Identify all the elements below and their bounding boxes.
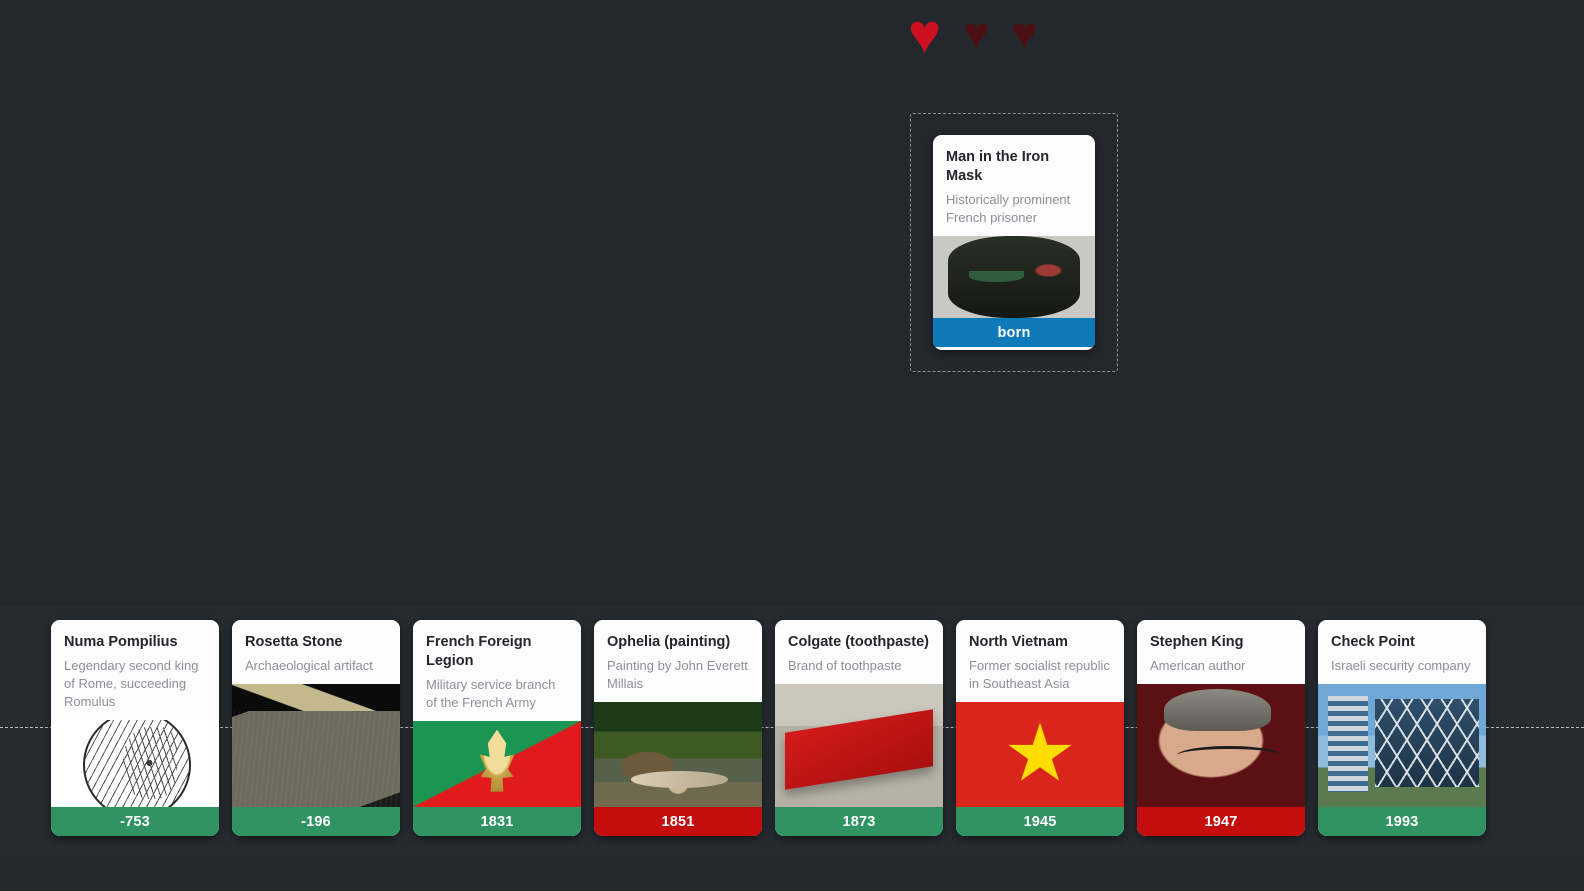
timeline-card-title: Numa Pompilius <box>64 634 178 650</box>
iron-mask-prison-painting-art <box>933 236 1095 319</box>
timeline-card-description: Israeli security company <box>1331 658 1471 674</box>
timeline-card[interactable]: Ophelia (painting) Painting by John Ever… <box>594 620 762 836</box>
timeline-card-title: North Vietnam <box>969 634 1068 650</box>
heart-empty-icon: ♥ <box>1011 9 1038 58</box>
timeline-card-description: Archaeological artifact <box>245 658 373 674</box>
timeline-card-title: French Foreign Legion <box>426 634 532 670</box>
north-vietnam-flag-art <box>956 702 1124 807</box>
roman-coin-engraving-art <box>51 719 219 807</box>
legion-flame-emblem-flag <box>413 721 581 807</box>
colgate-toothpaste-box <box>775 684 943 807</box>
check-point-headquarters-building-art <box>1318 684 1486 807</box>
timeline-card-description: Military service branch of the French Ar… <box>426 677 556 711</box>
timeline-card-description: Brand of toothpaste <box>788 658 902 674</box>
timeline-card-year: -196 <box>232 807 400 836</box>
timeline-card[interactable]: North Vietnam Former socialist republic … <box>956 620 1124 836</box>
timeline-card-head: Check Point Israeli security company <box>1318 620 1486 685</box>
north-vietnam-flag <box>956 702 1124 807</box>
timeline-card-description: Legendary second king of Rome, succeedin… <box>64 658 199 709</box>
timeline-card-title: Stephen King <box>1150 634 1244 650</box>
timeline-card-year: 1851 <box>594 807 762 836</box>
rosetta-stone-photo-art <box>232 684 400 807</box>
timeline-card-head: Colgate (toothpaste) Brand of toothpaste <box>775 620 943 685</box>
draggable-card-title: Man in the Iron Mask <box>946 149 1050 185</box>
lives-bar: ♥ ♥ ♥ <box>908 6 1128 62</box>
timeline-card[interactable]: Check Point Israeli security company 199… <box>1318 620 1486 836</box>
draggable-card-head: Man in the Iron Mask Historically promin… <box>933 135 1095 237</box>
timeline-card-description: Painting by John Everett Millais <box>607 658 748 692</box>
draggable-card[interactable]: Man in the Iron Mask Historically promin… <box>933 135 1095 350</box>
stephen-king-portrait-art <box>1137 684 1305 807</box>
timeline-card-head: Stephen King American author <box>1137 620 1305 685</box>
ophelia-painting-art <box>594 702 762 807</box>
timeline-card-head: French Foreign Legion Military service b… <box>413 620 581 722</box>
timeline-card[interactable]: Stephen King American author 1947 <box>1137 620 1305 836</box>
timeline-card-year: 1831 <box>413 807 581 836</box>
timeline-card[interactable]: Numa Pompilius Legendary second king of … <box>51 620 219 836</box>
draggable-card-description: Historically prominent French prisoner <box>946 192 1071 226</box>
yellow-star-icon <box>1008 722 1072 781</box>
timeline-card-year: 1993 <box>1318 807 1486 836</box>
timeline-card[interactable]: French Foreign Legion Military service b… <box>413 620 581 836</box>
iron-mask-prison-painting <box>933 236 1095 319</box>
timeline-card-year: 1945 <box>956 807 1124 836</box>
timeline-card-year: 1873 <box>775 807 943 836</box>
timeline-card-title: Rosetta Stone <box>245 634 343 650</box>
check-point-headquarters-building <box>1318 684 1486 807</box>
stephen-king-portrait <box>1137 684 1305 807</box>
timeline-card-year: -753 <box>51 807 219 836</box>
timeline-card-head: North Vietnam Former socialist republic … <box>956 620 1124 702</box>
timeline-card[interactable]: Rosetta Stone Archaeological artifact -1… <box>232 620 400 836</box>
timeline-card-year: 1947 <box>1137 807 1305 836</box>
colgate-toothpaste-box-art <box>775 684 943 807</box>
timeline-card-title: Check Point <box>1331 634 1415 650</box>
timeline-card-description: Former socialist republic in Southeast A… <box>969 658 1110 692</box>
rosetta-stone-photo <box>232 684 400 807</box>
heart-empty-icon: ♥ <box>963 9 990 58</box>
timeline-card[interactable]: Colgate (toothpaste) Brand of toothpaste… <box>775 620 943 836</box>
timeline-card-head: Rosetta Stone Archaeological artifact <box>232 620 400 685</box>
timeline-card-title: Colgate (toothpaste) <box>788 634 929 650</box>
ophelia-painting <box>594 702 762 807</box>
timeline-card-head: Numa Pompilius Legendary second king of … <box>51 620 219 720</box>
timeline-card-list: Numa Pompilius Legendary second king of … <box>51 620 1486 836</box>
draggable-card-footer: born <box>933 318 1095 348</box>
timeline-card-description: American author <box>1150 658 1246 674</box>
roman-coin-engraving <box>51 719 219 807</box>
legion-flame-emblem-flag-art <box>413 721 581 807</box>
timeline-card-title: Ophelia (painting) <box>607 634 731 650</box>
timeline-card-head: Ophelia (painting) Painting by John Ever… <box>594 620 762 702</box>
heart-filled-icon: ♥ <box>908 2 942 65</box>
